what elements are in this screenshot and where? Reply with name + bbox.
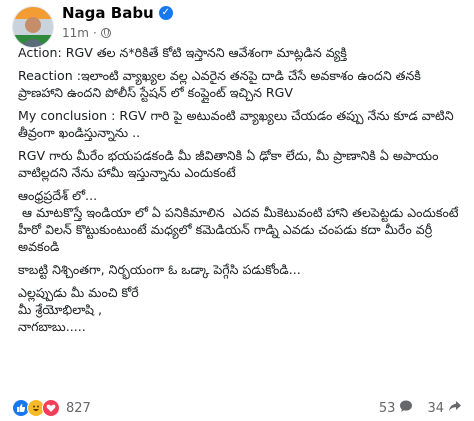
post-paragraph-signoff: ఎల్లప్పుడు మీ మంచి కోరే మీ శ్రేయోభిలాషి … xyxy=(18,285,139,334)
reaction-icons[interactable] xyxy=(12,399,60,417)
post-timestamp[interactable]: 11m xyxy=(62,26,89,40)
post-paragraph-reassurance: RGV గారు మీరేం భయపడకండి మీ జీవితానికి ఏ … xyxy=(18,148,443,180)
post-paragraph-action: Action: RGV తల న*రికితే కోటి ఇస్తానని ఆవ… xyxy=(18,45,347,60)
author-name-row: Naga Babu ✓ xyxy=(62,4,173,22)
public-globe-icon xyxy=(100,28,111,38)
meta-separator: · xyxy=(92,26,97,40)
post-paragraph-andhra: ఆంధ్రప్రదేశ్ లో... ఆ మాటకొస్తే ఇండియా లో… xyxy=(18,188,459,254)
share-stat[interactable]: 34 xyxy=(427,399,462,417)
share-icon xyxy=(448,399,462,417)
post-paragraph-reaction: Reaction :ఇలాంటి వ్యాఖ్యల వల్ల ఎవరైన తనప… xyxy=(18,68,425,100)
comment-count: 53 xyxy=(378,400,396,416)
author-name[interactable]: Naga Babu xyxy=(62,4,154,22)
post-meta: 11m · xyxy=(62,26,111,40)
comment-stat[interactable]: 53 xyxy=(379,399,414,417)
post-header: Naga Babu ✓ 11m · xyxy=(12,4,452,48)
post-body: Action: RGV తల న*రికితే కోటి ఇస్తానని ఆవ… xyxy=(18,44,462,341)
author-avatar[interactable] xyxy=(12,6,54,48)
love-icon xyxy=(42,399,60,417)
reaction-count[interactable]: 827 xyxy=(66,401,91,416)
comment-icon xyxy=(399,399,413,417)
verified-badge-icon: ✓ xyxy=(158,6,173,20)
share-count: 34 xyxy=(427,400,444,416)
facebook-post: Naga Babu ✓ 11m · Action: RGV తల న*రికిత… xyxy=(0,0,474,421)
post-paragraph-conclusion: My conclusion : RGV గారి పై అటువంటి వ్యా… xyxy=(18,108,458,140)
post-engagement-bar: 827 53 34 xyxy=(12,398,462,418)
post-paragraph-advice: కాబట్టి నిశ్చింతగా, నిర్భయంగా ఓ ఒడ్కా పె… xyxy=(18,262,301,277)
